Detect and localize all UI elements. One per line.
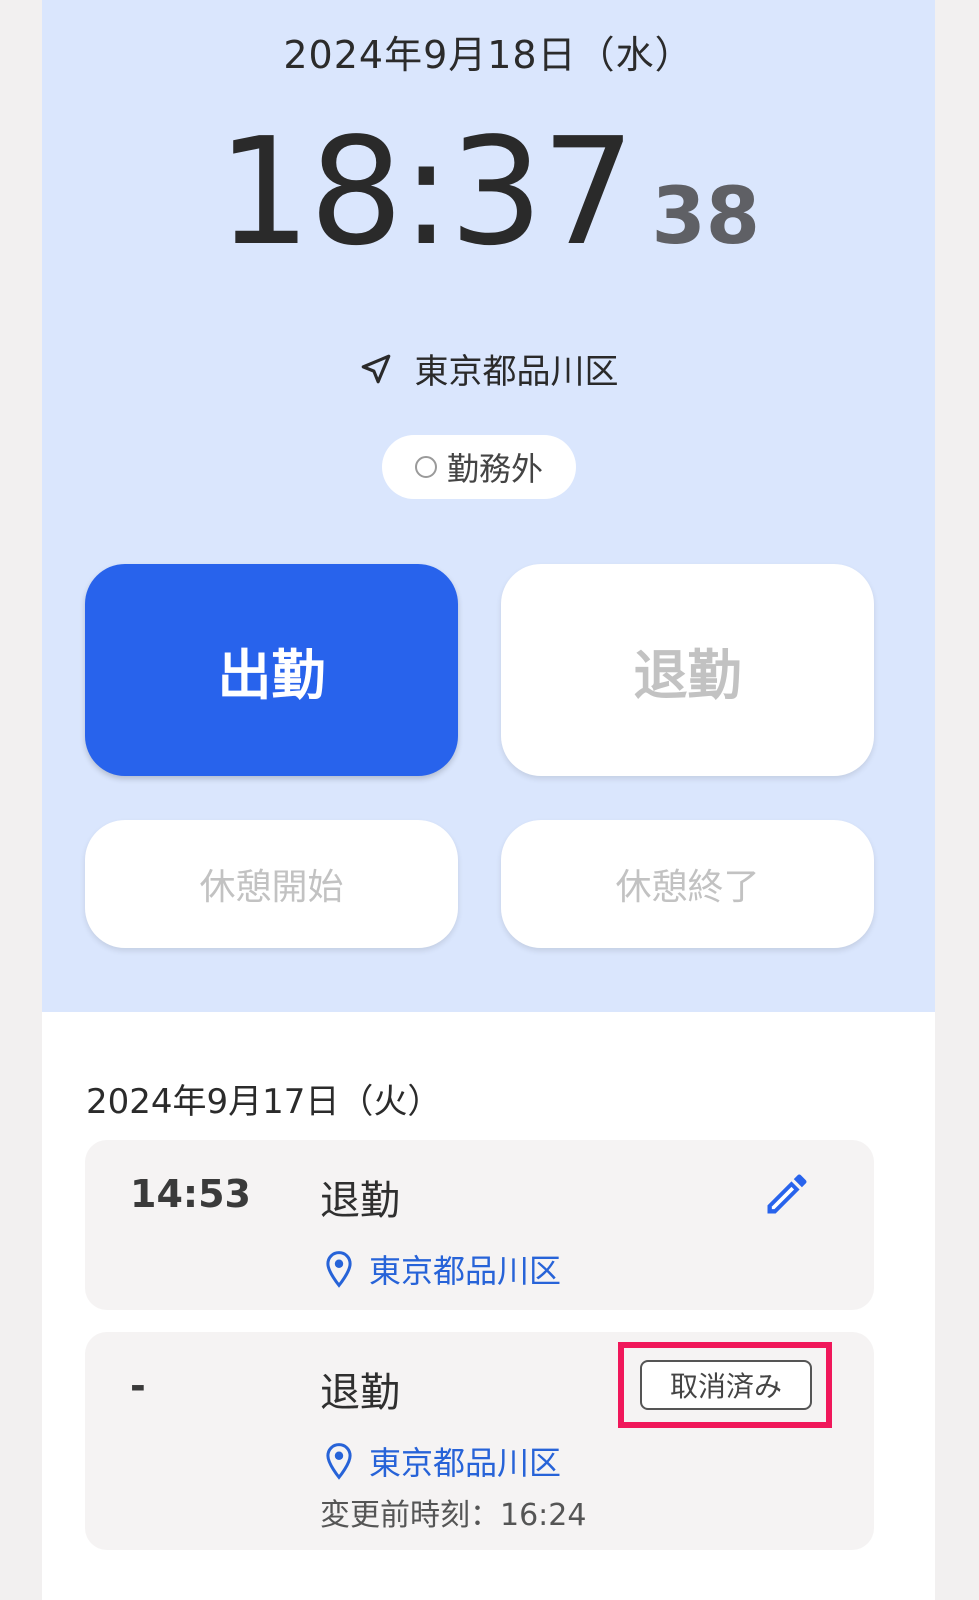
current-date: 2024年9月18日（水） — [283, 33, 694, 77]
pencil-icon[interactable] — [761, 1168, 813, 1220]
current-time: 18:37 38 — [42, 118, 935, 266]
history-record: 14:53 退勤 東京都品川区 — [85, 1140, 874, 1310]
status-label: 勤務外 — [446, 450, 543, 488]
attendance-screen: 2024年9月18日（水） 18:37 38 東京都品川区 勤務外 出勤 退勤 休… — [42, 0, 935, 1600]
clock-in-button[interactable]: 出勤 — [85, 564, 458, 776]
history-date: 2024年9月17日（火） — [86, 1082, 442, 1122]
record-type: 退勤 — [320, 1370, 400, 1416]
status-circle-icon — [414, 456, 437, 478]
time-hours-minutes: 18:37 — [216, 106, 636, 278]
record-time: - — [130, 1364, 146, 1408]
current-location: 東京都品川区 — [42, 344, 935, 393]
record-location-label: 東京都品川区 — [369, 1444, 562, 1482]
record-location-link[interactable]: 東京都品川区 — [325, 1438, 561, 1484]
break-end-button[interactable]: 休憩終了 — [501, 820, 874, 948]
map-pin-icon — [326, 1443, 352, 1480]
record-location-label: 東京都品川区 — [369, 1252, 562, 1290]
map-pin-icon — [326, 1251, 352, 1288]
navigation-arrow-icon — [361, 354, 390, 383]
record-time: 14:53 — [130, 1172, 251, 1216]
location-label: 東京都品川区 — [414, 352, 619, 392]
record-location-link[interactable]: 東京都品川区 — [325, 1246, 561, 1292]
cancelled-badge: 取消済み — [640, 1360, 812, 1410]
record-original-time: 変更前時刻：16:24 — [320, 1498, 587, 1533]
status-badge: 勤務外 — [382, 435, 576, 499]
time-seconds: 38 — [651, 172, 761, 262]
highlight-box: 取消済み — [618, 1342, 832, 1428]
record-type: 退勤 — [320, 1178, 400, 1224]
history-record: - 退勤 取消済み 東京都品川区 変更前時刻：16:24 — [85, 1332, 874, 1550]
clock-panel: 2024年9月18日（水） 18:37 38 東京都品川区 勤務外 出勤 退勤 休… — [42, 0, 935, 1012]
break-start-button[interactable]: 休憩開始 — [85, 820, 458, 948]
clock-out-button[interactable]: 退勤 — [501, 564, 874, 776]
